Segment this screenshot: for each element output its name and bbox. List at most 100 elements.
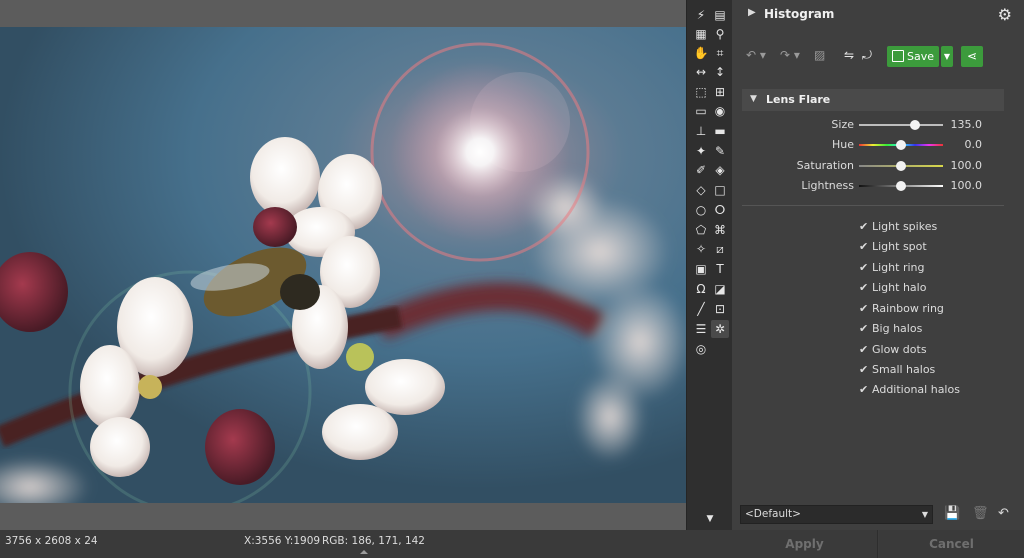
- redo-icon[interactable]: ↷ ▾: [780, 48, 800, 62]
- slider-value[interactable]: 100.0: [951, 179, 983, 192]
- expand-arrow-icon[interactable]: ▶: [748, 7, 756, 18]
- option-label: Small halos: [872, 363, 936, 376]
- rectangle-select-icon[interactable]: □: [711, 181, 729, 199]
- photo-preview: [0, 27, 686, 503]
- transform-points-icon[interactable]: ⊞: [711, 83, 729, 101]
- trash-icon[interactable]: 🗑: [972, 506, 989, 521]
- clipboard-icon[interactable]: ▣: [692, 260, 710, 278]
- slider-saturation: Saturation 100.0: [732, 156, 1024, 176]
- slider-label: Lightness: [801, 179, 854, 192]
- ellipse-select-icon[interactable]: ○: [692, 201, 710, 219]
- eye-icon[interactable]: ◉: [711, 102, 729, 120]
- slider-value[interactable]: 135.0: [951, 118, 983, 131]
- crop-icon[interactable]: ⌗: [711, 44, 729, 62]
- line-icon[interactable]: ╱: [692, 300, 710, 318]
- lens-flare-title: Lens Flare: [766, 93, 831, 106]
- checkbox[interactable]: ✔: [859, 261, 868, 274]
- histogram-header[interactable]: ▶ Histogram ⚙: [740, 3, 1016, 25]
- cancel-button[interactable]: Cancel: [879, 530, 1024, 558]
- app-window: ⚡ ▤ ▦ ⚲ ✋ ⌗ ↔ ↕ ⬚ ⊞ ▭ ◉ ⊥ ▬ ✦ ✎ ✐ ◈ ◇ □ …: [0, 0, 1024, 558]
- target-icon[interactable]: ◎: [692, 340, 710, 358]
- layers-icon[interactable]: ▤: [711, 6, 729, 24]
- image-icon[interactable]: ▨: [814, 48, 825, 62]
- magic-select-icon[interactable]: ✧: [692, 240, 710, 258]
- scroll-down-icon[interactable]: ▼: [701, 510, 719, 528]
- eraser-icon[interactable]: ▬: [711, 122, 729, 140]
- tool-strip: ⚡ ▤ ▦ ⚲ ✋ ⌗ ↔ ↕ ⬚ ⊞ ▭ ◉ ⊥ ▬ ✦ ✎ ✐ ◈ ◇ □ …: [686, 0, 732, 530]
- lightning-icon[interactable]: ⚡: [692, 6, 710, 24]
- lens-flare-header[interactable]: ▼ Lens Flare: [742, 89, 1004, 111]
- stamp-icon[interactable]: ⊥: [692, 122, 710, 140]
- slider-thumb[interactable]: [896, 161, 906, 171]
- checkbox[interactable]: ✔: [859, 322, 868, 335]
- canvas-bottom-bar: [0, 503, 686, 530]
- image-canvas[interactable]: [0, 27, 686, 503]
- slider-label: Saturation: [796, 159, 854, 172]
- apply-button[interactable]: Apply: [732, 530, 878, 558]
- brush-correction-icon[interactable]: ✎: [711, 142, 729, 160]
- search-icon[interactable]: ⚲: [711, 25, 729, 43]
- sun-icon[interactable]: ✲: [711, 320, 729, 338]
- checkbox[interactable]: ✔: [859, 302, 868, 315]
- transform-icon[interactable]: ⬚: [692, 83, 710, 101]
- rotate-icon[interactable]: ⤾: [862, 48, 872, 63]
- slider-lightness: Lightness 100.0: [732, 176, 1024, 196]
- slider-thumb[interactable]: [896, 140, 906, 150]
- vertical-resize-icon[interactable]: ↕: [711, 63, 729, 81]
- save-label: Save: [907, 50, 935, 63]
- checkbox[interactable]: ✔: [859, 240, 868, 253]
- save-preset-icon[interactable]: 💾: [944, 506, 960, 521]
- lasso-icon[interactable]: ⵔ: [711, 201, 729, 219]
- compare-icon[interactable]: ⇋: [844, 48, 854, 62]
- option-label: Light spikes: [872, 220, 938, 233]
- polygon-select-icon[interactable]: ⬠: [692, 221, 710, 239]
- bucket-icon[interactable]: ◈: [711, 161, 729, 179]
- status-bar: 3756 x 2608 x 24 X:3556 Y:1909 RGB: 186,…: [0, 530, 732, 558]
- frame-icon[interactable]: ⊡: [711, 300, 729, 318]
- checkbox[interactable]: ✔: [859, 363, 868, 376]
- option-label: Light spot: [872, 240, 927, 253]
- share-button[interactable]: ⋖: [961, 46, 983, 67]
- canvas-top-bar: [0, 0, 686, 27]
- text-icon[interactable]: T: [711, 260, 729, 278]
- image-dimensions: 3756 x 2608 x 24: [5, 535, 98, 547]
- slider-thumb[interactable]: [910, 120, 921, 130]
- chevron-down-icon: ▼: [921, 510, 928, 519]
- reset-icon[interactable]: ↶: [998, 506, 1009, 521]
- hand-icon[interactable]: ✋: [692, 44, 710, 62]
- action-bar: ↶ ▾ ↷ ▾ ▨ ⇋ ⤾ Save ▼ ⋖: [740, 46, 1016, 70]
- hamburger-icon[interactable]: ☰: [692, 320, 710, 338]
- slider-value[interactable]: 0.0: [965, 138, 983, 151]
- slider-track[interactable]: [859, 124, 943, 126]
- magic-wand-icon[interactable]: ✦: [692, 142, 710, 160]
- magnetic-lasso-icon[interactable]: ⌘: [711, 221, 729, 239]
- brush-icon[interactable]: ✐: [692, 161, 710, 179]
- option-label: Light halo: [872, 281, 927, 294]
- option-label: Glow dots: [872, 343, 927, 356]
- horizontal-resize-icon[interactable]: ↔: [692, 63, 710, 81]
- checkbox[interactable]: ✔: [859, 383, 868, 396]
- gear-icon[interactable]: ⚙: [998, 5, 1012, 24]
- edit-icon[interactable]: ⧄: [711, 240, 729, 258]
- gradient-icon[interactable]: ▭: [692, 102, 710, 120]
- slider-label: Size: [831, 118, 854, 131]
- undo-icon[interactable]: ↶ ▾: [746, 48, 766, 62]
- checkbox[interactable]: ✔: [859, 220, 868, 233]
- save-button[interactable]: Save: [887, 46, 939, 67]
- shape-icon[interactable]: ◪: [711, 280, 729, 298]
- slider-thumb[interactable]: [896, 181, 906, 191]
- grid-icon[interactable]: ▦: [692, 25, 710, 43]
- save-icon: [892, 50, 904, 62]
- save-dropdown-button[interactable]: ▼: [941, 46, 953, 67]
- slider-value[interactable]: 100.0: [951, 159, 983, 172]
- omega-icon[interactable]: Ω: [692, 280, 710, 298]
- right-panel: ▶ Histogram ⚙ ↶ ▾ ↷ ▾ ▨ ⇋ ⤾ Save ▼ ⋖ ▼ L…: [732, 0, 1024, 530]
- slider-hue: Hue 0.0: [732, 135, 1024, 155]
- section-divider: [742, 205, 1004, 206]
- caret-up-icon[interactable]: [360, 550, 368, 554]
- eraser-tool-icon[interactable]: ◇: [692, 181, 710, 199]
- checkbox[interactable]: ✔: [859, 281, 868, 294]
- preset-select[interactable]: <Default> ▼: [740, 505, 933, 524]
- checkbox[interactable]: ✔: [859, 343, 868, 356]
- collapse-arrow-icon[interactable]: ▼: [750, 94, 757, 104]
